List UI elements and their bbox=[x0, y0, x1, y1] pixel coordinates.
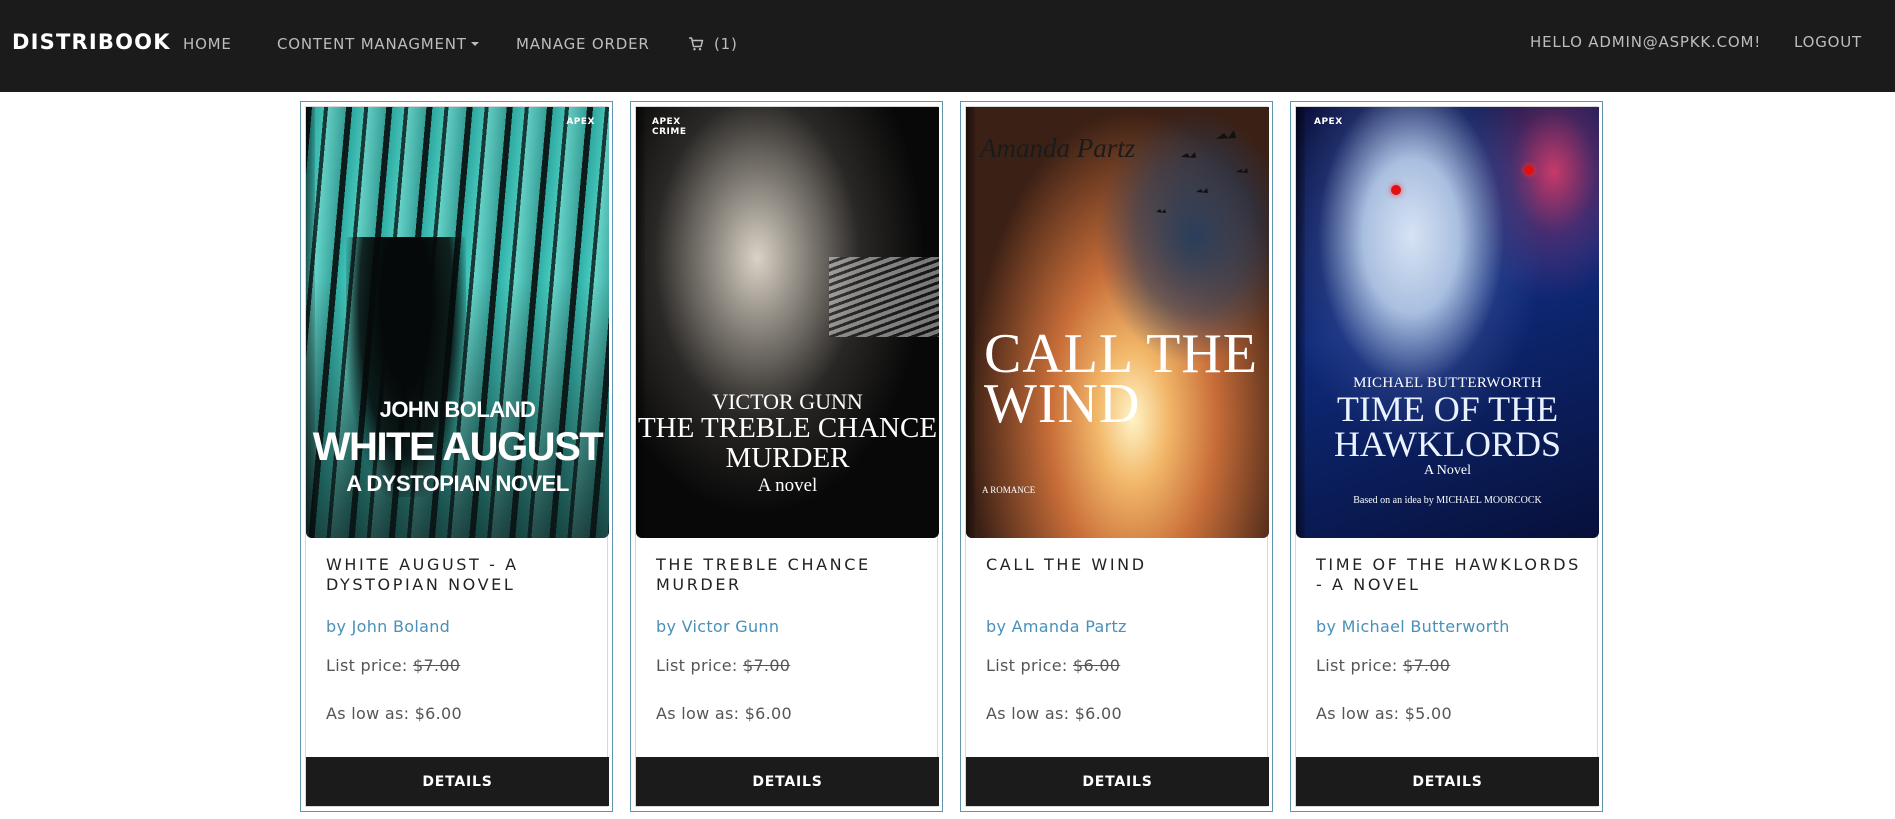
low-price: As low as: $6.00 bbox=[326, 704, 462, 723]
cover-title: WHITE AUGUST bbox=[312, 425, 604, 469]
book-author[interactable]: by Amanda Partz bbox=[986, 617, 1127, 636]
user-greeting[interactable]: HELLO ADMIN@ASPKK.COM! bbox=[1530, 33, 1761, 51]
list-price: List price: $7.00 bbox=[1316, 656, 1450, 675]
list-price-label: List price: bbox=[656, 656, 738, 675]
list-price-label: List price: bbox=[326, 656, 408, 675]
list-price-value: $7.00 bbox=[1402, 656, 1451, 675]
list-price: List price: $6.00 bbox=[986, 656, 1120, 675]
details-button[interactable]: DETAILS bbox=[1296, 757, 1599, 806]
book-card: APEX CRIME VICTOR GUNN THE TREBLE CHANCE… bbox=[630, 101, 943, 812]
low-price: As low as: $6.00 bbox=[986, 704, 1122, 723]
book-cover-image[interactable]: APEX CRIME VICTOR GUNN THE TREBLE CHANCE… bbox=[636, 107, 939, 538]
cover-note: Based on an idea by MICHAEL MOORCOCK bbox=[1353, 495, 1542, 506]
mask-eye-left bbox=[1391, 185, 1401, 195]
list-price-value: $7.00 bbox=[412, 656, 461, 675]
book-title: CALL THE WIND bbox=[986, 555, 1147, 574]
nav-cart[interactable]: (1) bbox=[688, 35, 738, 53]
list-price: List price: $7.00 bbox=[326, 656, 460, 675]
nav-manage-order[interactable]: MANAGE ORDER bbox=[516, 35, 650, 53]
cover-publisher-logo: APEX bbox=[566, 117, 595, 127]
details-button[interactable]: DETAILS bbox=[966, 757, 1269, 806]
caret-down-icon bbox=[470, 42, 479, 46]
cart-icon bbox=[688, 37, 704, 51]
book-card-body: APEX JOHN BOLAND WHITE AUGUST A DYSTOPIA… bbox=[305, 106, 609, 807]
book-cover-image[interactable]: Amanda Partz CALL THE WIND A ROMANCE bbox=[966, 107, 1269, 538]
low-price: As low as: $5.00 bbox=[1316, 704, 1452, 723]
low-price: As low as: $6.00 bbox=[656, 704, 792, 723]
cover-subtitle: A Novel bbox=[1423, 463, 1472, 478]
nav-content-management-dropdown[interactable]: CONTENT MANAGMENT bbox=[277, 35, 479, 53]
details-button[interactable]: DETAILS bbox=[636, 757, 939, 806]
book-card-body: APEX CRIME VICTOR GUNN THE TREBLE CHANCE… bbox=[635, 106, 939, 807]
book-title: WHITE AUGUST - A DYSTOPIAN NOVEL bbox=[326, 555, 519, 594]
list-price-value: $6.00 bbox=[1072, 656, 1121, 675]
logout-link[interactable]: LOGOUT bbox=[1794, 33, 1862, 51]
cover-publisher-logo: APEX bbox=[1314, 117, 1343, 127]
list-price: List price: $7.00 bbox=[656, 656, 790, 675]
cover-author: JOHN BOLAND bbox=[379, 397, 536, 422]
book-title: THE TREBLE CHANCE MURDER bbox=[656, 555, 871, 594]
cover-piano-keys bbox=[829, 257, 939, 337]
cover-publisher-logo: APEX CRIME bbox=[652, 117, 687, 137]
book-author[interactable]: by John Boland bbox=[326, 617, 450, 636]
book-card: APEX JOHN BOLAND WHITE AUGUST A DYSTOPIA… bbox=[300, 101, 613, 812]
cover-author: Amanda Partz bbox=[980, 133, 1136, 163]
book-cover-image[interactable]: APEX JOHN BOLAND WHITE AUGUST A DYSTOPIA… bbox=[306, 107, 609, 538]
cover-subtitle: A DYSTOPIAN NOVEL bbox=[346, 471, 569, 496]
book-card: Amanda Partz CALL THE WIND A ROMANCE CAL… bbox=[960, 101, 1273, 812]
book-author[interactable]: by Victor Gunn bbox=[656, 617, 779, 636]
cover-subtitle: A novel bbox=[757, 475, 818, 496]
nav-content-management-label: CONTENT MANAGMENT bbox=[277, 35, 467, 53]
top-navbar: DISTRIBOOK HOME CONTENT MANAGMENT MANAGE… bbox=[0, 0, 1895, 92]
cart-count: (1) bbox=[714, 35, 738, 53]
list-price-label: List price: bbox=[986, 656, 1068, 675]
book-cover-image[interactable]: APEX MICHAEL BUTTERWORTH TIME OF THE HAW… bbox=[1296, 107, 1599, 538]
list-price-value: $7.00 bbox=[742, 656, 791, 675]
details-button[interactable]: DETAILS bbox=[306, 757, 609, 806]
list-price-label: List price: bbox=[1316, 656, 1398, 675]
cover-title: TIME OF THE HAWKLORDS bbox=[1333, 389, 1562, 464]
brand-logo[interactable]: DISTRIBOOK bbox=[12, 30, 171, 54]
cover-subtitle: A ROMANCE bbox=[982, 485, 1036, 495]
book-card: APEX MICHAEL BUTTERWORTH TIME OF THE HAW… bbox=[1290, 101, 1603, 812]
book-title: TIME OF THE HAWKLORDS - A NOVEL bbox=[1316, 555, 1581, 594]
book-card-body: APEX MICHAEL BUTTERWORTH TIME OF THE HAW… bbox=[1295, 106, 1599, 807]
book-author[interactable]: by Michael Butterworth bbox=[1316, 617, 1510, 636]
mask-eye-right bbox=[1524, 165, 1534, 175]
nav-home[interactable]: HOME bbox=[183, 35, 232, 53]
cover-title: THE TREBLE CHANCE MURDER bbox=[637, 412, 938, 474]
cover-title: CALL THE WIND bbox=[984, 323, 1258, 435]
book-card-body: Amanda Partz CALL THE WIND A ROMANCE CAL… bbox=[965, 106, 1269, 807]
